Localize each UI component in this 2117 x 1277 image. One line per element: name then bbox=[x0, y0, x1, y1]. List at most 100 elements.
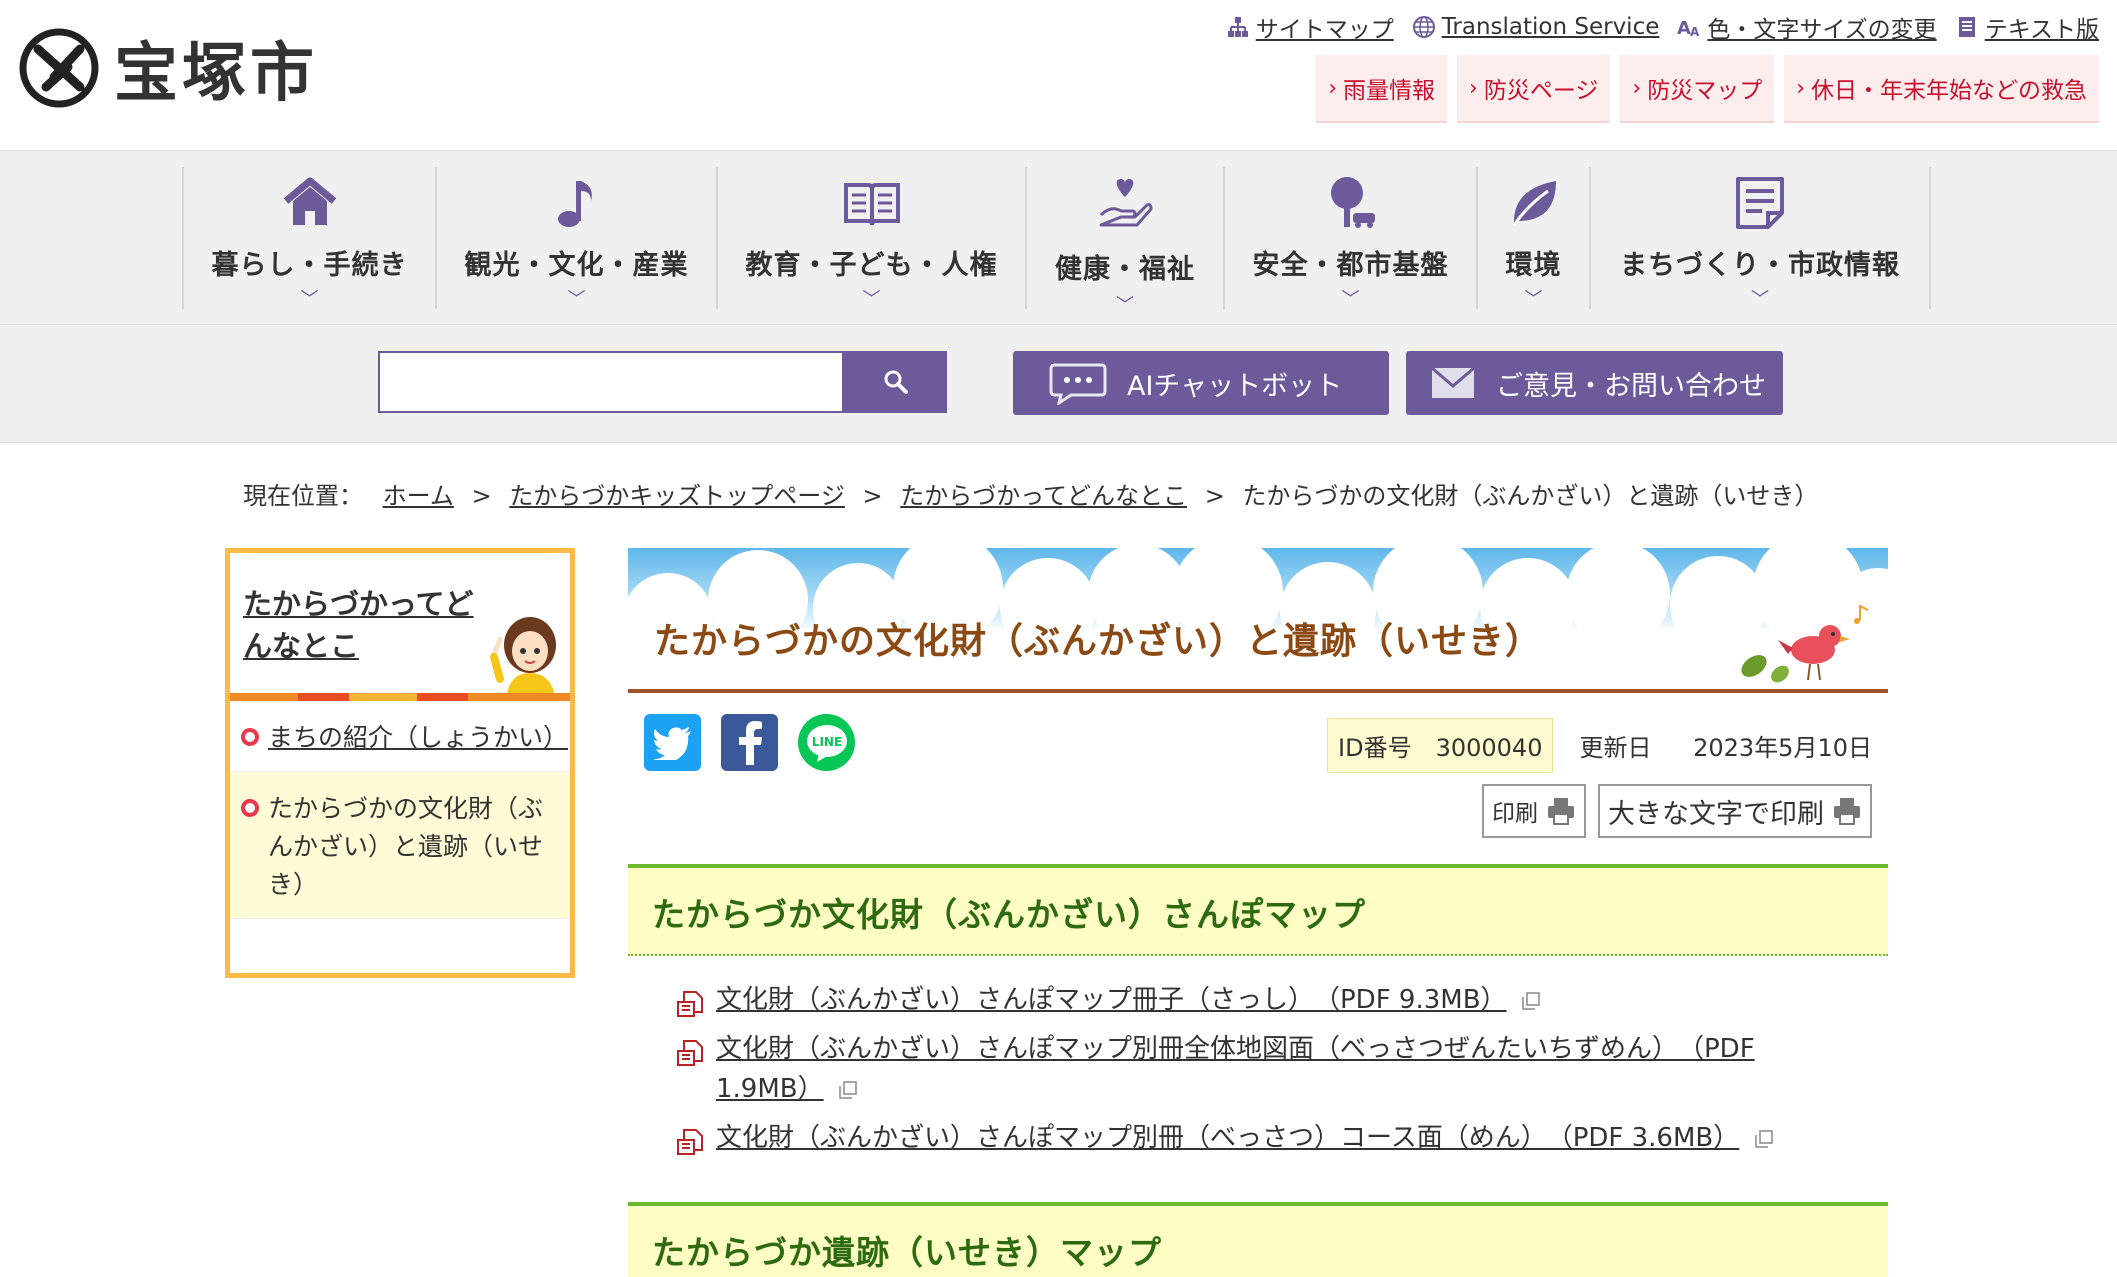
pdf-icon bbox=[677, 1129, 703, 1155]
chevron-down-icon: ﹀ bbox=[300, 289, 319, 310]
contact-label: ご意見・お問い合わせ bbox=[1496, 370, 1766, 402]
gnav-label: まちづくり・市政情報 bbox=[1620, 250, 1900, 281]
holiday-emergency-link[interactable]: › 休日・年末年始などの救急 bbox=[1784, 55, 2099, 123]
breadcrumb-separator: > bbox=[1204, 482, 1225, 510]
leaf-icon bbox=[1512, 181, 1556, 226]
page-title: たからづかの文化財（ぶんかざい）と遺跡（いせき） bbox=[654, 621, 1543, 662]
print-large-text-button[interactable]: 大きな文字で印刷 bbox=[1598, 784, 1872, 838]
main-content: たからづかの文化財（ぶんかざい）と遺跡（いせき） LINE ID番号 30000… bbox=[628, 548, 1888, 1277]
new-window-icon bbox=[1522, 991, 1540, 1010]
translation-link[interactable]: Translation Service bbox=[1412, 10, 1660, 44]
share-buttons: LINE bbox=[644, 714, 855, 771]
twitter-share-button[interactable] bbox=[644, 714, 701, 771]
page-meta: ID番号 3000040 更新日 2023年5月10日 bbox=[1327, 718, 1872, 773]
ai-chatbot-button[interactable]: AIチャットボット bbox=[1013, 351, 1389, 415]
new-window-icon bbox=[839, 1080, 857, 1099]
site-logo[interactable]: 宝塚市 bbox=[18, 22, 318, 114]
id-number-badge: ID番号 3000040 bbox=[1327, 718, 1554, 773]
breadcrumb-kids-top-link[interactable]: たからづかキッズトップページ bbox=[509, 482, 845, 510]
gnav-tourism[interactable]: 観光・文化・産業 ﹀ bbox=[435, 167, 716, 310]
line-icon: LINE bbox=[806, 724, 847, 762]
bullet-icon bbox=[241, 728, 259, 746]
music-note-icon bbox=[557, 181, 592, 227]
gnav-education[interactable]: 教育・子ども・人権 ﹀ bbox=[716, 167, 1025, 310]
side-menu-header: たからづかってどんなとこ bbox=[230, 553, 570, 701]
translation-label: Translation Service bbox=[1441, 14, 1660, 40]
alert-link-label: 雨量情報 bbox=[1343, 78, 1436, 104]
breadcrumb-current: たからづかの文化財（ぶんかざい）と遺跡（いせき） bbox=[1242, 482, 1819, 510]
section-heading-ruins-map: たからづか遺跡（いせき）マップ bbox=[628, 1202, 1888, 1277]
sitemap-icon bbox=[1227, 17, 1248, 37]
text-version-label: テキスト版 bbox=[1984, 17, 2099, 43]
chevron-down-icon: ﹀ bbox=[1524, 289, 1543, 310]
print-buttons: 印刷 大きな文字で印刷 bbox=[1482, 784, 1872, 838]
updated-date: 更新日 2023年5月10日 bbox=[1579, 728, 1872, 763]
updated-date-value: 2023年5月10日 bbox=[1693, 734, 1872, 762]
site-name: 宝塚市 bbox=[114, 37, 318, 111]
search-input[interactable] bbox=[378, 351, 844, 413]
chevron-right-icon: › bbox=[1632, 75, 1642, 101]
updated-label: 更新日 bbox=[1579, 734, 1652, 762]
girl-illustration-icon bbox=[490, 617, 556, 701]
breadcrumb-home-link[interactable]: ホーム bbox=[383, 482, 454, 510]
side-item-town-intro[interactable]: まちの紹介（しょうかい） bbox=[230, 701, 570, 772]
section-heading-text: たからづか文化財（ぶんかざい）さんぽマップ bbox=[652, 895, 1366, 934]
gnav-safety[interactable]: 安全・都市基盤 ﹀ bbox=[1223, 167, 1476, 310]
alert-link-label: 防災マップ bbox=[1647, 78, 1763, 104]
chevron-right-icon: › bbox=[1328, 75, 1338, 101]
line-share-button[interactable]: LINE bbox=[798, 714, 855, 771]
side-item-cultural-assets[interactable]: たからづかの文化財（ぶんかざい）と遺跡（いせき） bbox=[230, 772, 570, 919]
gnav-living[interactable]: 暮らし・手続き ﹀ bbox=[182, 167, 435, 310]
document-list: 文化財（ぶんかざい）さんぽマップ冊子（さっし） （PDF 9.3MB） 文化財（… bbox=[676, 980, 1826, 1167]
gnav-label: 観光・文化・産業 bbox=[464, 250, 689, 281]
document-item: 文化財（ぶんかざい）さんぽマップ別冊（べっさつ）コース面（めん） （PDF 3.… bbox=[676, 1118, 1826, 1158]
sitemap-link[interactable]: サイトマップ bbox=[1226, 10, 1394, 44]
open-book-icon bbox=[843, 183, 900, 226]
envelope-icon bbox=[1431, 366, 1475, 398]
bullet-icon bbox=[241, 799, 259, 817]
pdf-link-booklet[interactable]: 文化財（ぶんかざい）さんぽマップ冊子（さっし） （PDF 9.3MB） bbox=[716, 985, 1507, 1015]
color-text-size-link[interactable]: AA 色・文字サイズの変更 bbox=[1677, 10, 1936, 44]
gnav-health[interactable]: 健康・福祉 ﹀ bbox=[1025, 167, 1223, 316]
tree-car-icon bbox=[1330, 177, 1375, 228]
side-menu-title-link[interactable]: たからづかってどんなとこ bbox=[243, 583, 493, 667]
side-menu: たからづかってどんなとこ まちの紹介（しょうかい） たからづかの文化財（ぶんかざ… bbox=[225, 548, 575, 978]
chevron-right-icon: › bbox=[1469, 75, 1478, 101]
gnav-label: 安全・都市基盤 bbox=[1252, 250, 1449, 281]
new-window-icon bbox=[1754, 1129, 1773, 1148]
gnav-city-planning[interactable]: まちづくり・市政情報 ﹀ bbox=[1589, 167, 1931, 310]
printer-icon bbox=[1548, 798, 1574, 825]
house-icon bbox=[283, 177, 336, 225]
print-button[interactable]: 印刷 bbox=[1482, 784, 1586, 838]
pdf-link-overall-map[interactable]: 文化財（ぶんかざい）さんぽマップ別冊全体地図面（べっさつぜんたいちずめん） （P… bbox=[716, 1034, 1755, 1104]
chevron-down-icon: ﹀ bbox=[1341, 289, 1360, 310]
search-button[interactable] bbox=[844, 351, 947, 413]
pdf-link-course-map[interactable]: 文化財（ぶんかざい）さんぽマップ別冊（べっさつ）コース面（めん） （PDF 3.… bbox=[716, 1123, 1739, 1153]
document-item: 文化財（ぶんかざい）さんぽマップ別冊全体地図面（べっさつぜんたいちずめん） （P… bbox=[676, 1029, 1826, 1109]
disaster-map-link[interactable]: › 防災マップ bbox=[1620, 55, 1775, 123]
print-label: 印刷 bbox=[1492, 801, 1538, 827]
breadcrumb-prefix: 現在位置： bbox=[243, 482, 363, 510]
disaster-page-link[interactable]: › 防災ページ bbox=[1457, 55, 1611, 123]
color-text-size-label: 色・文字サイズの変更 bbox=[1707, 17, 1937, 43]
gnav-environment[interactable]: 環境 ﹀ bbox=[1476, 167, 1589, 310]
ai-chatbot-label: AIチャットボット bbox=[1127, 370, 1343, 402]
heart-hand-icon bbox=[1099, 179, 1153, 227]
chevron-down-icon: ﹀ bbox=[862, 289, 881, 310]
contact-button[interactable]: ご意見・お問い合わせ bbox=[1406, 351, 1783, 415]
chat-bubble-icon bbox=[1049, 363, 1107, 405]
section-heading-text: たからづか遺跡（いせき）マップ bbox=[652, 1233, 1162, 1272]
gnav-label: 暮らし・手続き bbox=[211, 250, 408, 281]
page-title-banner: たからづかの文化財（ぶんかざい）と遺跡（いせき） bbox=[628, 548, 1888, 693]
facebook-share-button[interactable] bbox=[721, 714, 778, 771]
chevron-right-icon: › bbox=[1796, 75, 1805, 101]
utility-links: サイトマップ Translation Service AA 色・文字サイズの変更… bbox=[1226, 10, 2099, 44]
breadcrumb-about-link[interactable]: たからづかってどんなとこ bbox=[900, 482, 1187, 510]
side-item-label: たからづかの文化財（ぶんかざい）と遺跡（いせき） bbox=[268, 794, 544, 899]
rainfall-info-link[interactable]: › 雨量情報 bbox=[1316, 55, 1448, 123]
chevron-down-icon: ﹀ bbox=[567, 289, 586, 310]
side-item-label[interactable]: まちの紹介（しょうかい） bbox=[268, 723, 568, 752]
text-version-link[interactable]: テキスト版 bbox=[1955, 10, 2099, 44]
globe-icon bbox=[1412, 16, 1435, 38]
document-item: 文化財（ぶんかざい）さんぽマップ冊子（さっし） （PDF 9.3MB） bbox=[676, 980, 1826, 1020]
